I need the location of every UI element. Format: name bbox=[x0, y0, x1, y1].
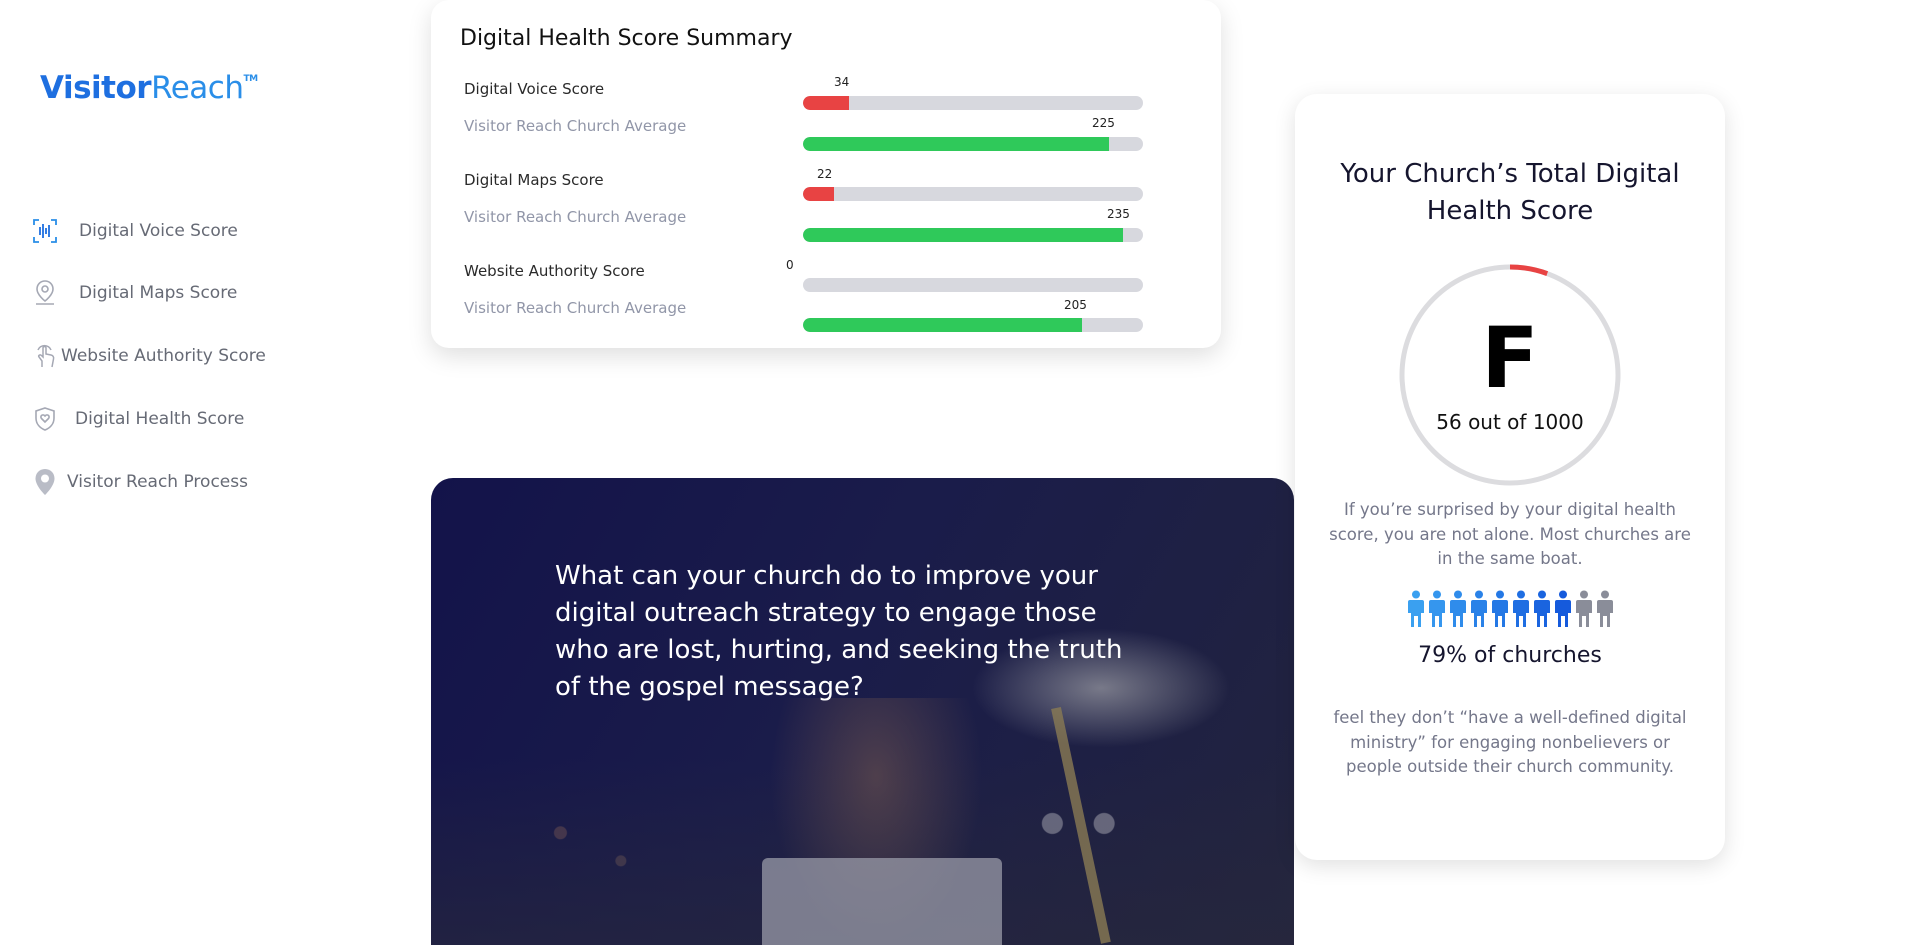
person-icon bbox=[1576, 590, 1592, 627]
person-icon-highlighted bbox=[1513, 590, 1529, 627]
score-grade: F bbox=[1481, 309, 1539, 407]
percent-churches: 79% of churches bbox=[1418, 643, 1602, 668]
summary-row-value: 205 bbox=[1064, 298, 1087, 312]
summary-row-value: 235 bbox=[1107, 207, 1130, 221]
sidebar-item-website-authority[interactable]: Website Authority Score bbox=[31, 336, 266, 376]
laptop-shape bbox=[762, 858, 1002, 945]
surprised-text: If you’re surprised by your digital heal… bbox=[1329, 500, 1691, 568]
logo[interactable]: VisitorReachTM bbox=[40, 70, 258, 106]
summary-row-value: 22 bbox=[817, 167, 833, 181]
summary-title: Digital Health Score Summary bbox=[460, 26, 793, 51]
sidebar-item-label: Digital Maps Score bbox=[79, 283, 238, 303]
person-icon-highlighted bbox=[1450, 590, 1466, 627]
map-pin-icon bbox=[31, 279, 59, 307]
summary-row-label: Visitor Reach Church Average bbox=[464, 117, 687, 135]
score-bar bbox=[803, 187, 1143, 201]
voice-wave-icon bbox=[31, 217, 59, 245]
sidebar-item-digital-health[interactable]: Digital Health Score bbox=[31, 399, 244, 439]
person-icon bbox=[1597, 590, 1613, 627]
total-score-card: Your Church’s Total Digital Health Score… bbox=[1295, 94, 1725, 860]
people-icon-row bbox=[1407, 590, 1617, 628]
summary-row-label: Digital Voice Score bbox=[464, 80, 605, 98]
summary-row-label: Visitor Reach Church Average bbox=[464, 299, 687, 317]
feel-text: feel they don’t “have a well-defined dig… bbox=[1333, 708, 1687, 776]
sidebar-item-label: Digital Voice Score bbox=[79, 221, 238, 241]
score-card-title: Your Church’s Total Digital Health Score bbox=[1340, 159, 1680, 226]
score-out-of: 56 out of 1000 bbox=[1436, 410, 1584, 434]
score-summary-card: Digital Health Score Summary Digital Voi… bbox=[431, 0, 1221, 348]
average-bar bbox=[803, 318, 1143, 332]
logo-trademark: TM bbox=[243, 74, 258, 84]
person-icon-highlighted bbox=[1408, 590, 1424, 627]
person-icon-highlighted bbox=[1471, 590, 1487, 627]
sidebar-item-digital-voice[interactable]: Digital Voice Score bbox=[31, 211, 238, 251]
average-bar-fill bbox=[803, 318, 1082, 332]
sidebar-item-label: Visitor Reach Process bbox=[67, 472, 248, 492]
person-icon-highlighted bbox=[1555, 590, 1571, 627]
hero-banner: What can your church do to improve your … bbox=[431, 478, 1294, 945]
summary-row-value: 225 bbox=[1092, 116, 1115, 130]
average-bar bbox=[803, 228, 1143, 242]
sidebar-item-visitor-reach-process[interactable]: Visitor Reach Process bbox=[31, 462, 248, 502]
score-bar-fill bbox=[803, 187, 834, 201]
average-bar-fill bbox=[803, 137, 1109, 151]
score-bar bbox=[803, 96, 1143, 110]
pointer-hand-icon bbox=[31, 342, 59, 370]
sidebar-item-digital-maps[interactable]: Digital Maps Score bbox=[31, 273, 237, 313]
summary-row-label: Digital Maps Score bbox=[464, 171, 604, 189]
sidebar-item-label: Website Authority Score bbox=[61, 346, 266, 366]
shield-heart-icon bbox=[31, 405, 59, 433]
summary-row-label: Website Authority Score bbox=[464, 262, 645, 280]
summary-row-label: Visitor Reach Church Average bbox=[464, 208, 687, 226]
person-icon-highlighted bbox=[1492, 590, 1508, 627]
hero-question: What can your church do to improve your … bbox=[555, 561, 1123, 702]
score-bar-fill bbox=[803, 96, 849, 110]
average-bar-fill bbox=[803, 228, 1123, 242]
summary-row-value: 34 bbox=[834, 75, 850, 89]
score-bar bbox=[803, 278, 1143, 292]
sidebar-item-label: Digital Health Score bbox=[75, 409, 245, 429]
logo-part-reach: Reach bbox=[151, 70, 244, 106]
person-icon-highlighted bbox=[1534, 590, 1550, 627]
location-pin-icon bbox=[31, 468, 59, 496]
person-icon-highlighted bbox=[1429, 590, 1445, 627]
average-bar bbox=[803, 137, 1143, 151]
summary-row-value: 0 bbox=[786, 258, 794, 272]
logo-part-visitor: Visitor bbox=[40, 70, 152, 106]
